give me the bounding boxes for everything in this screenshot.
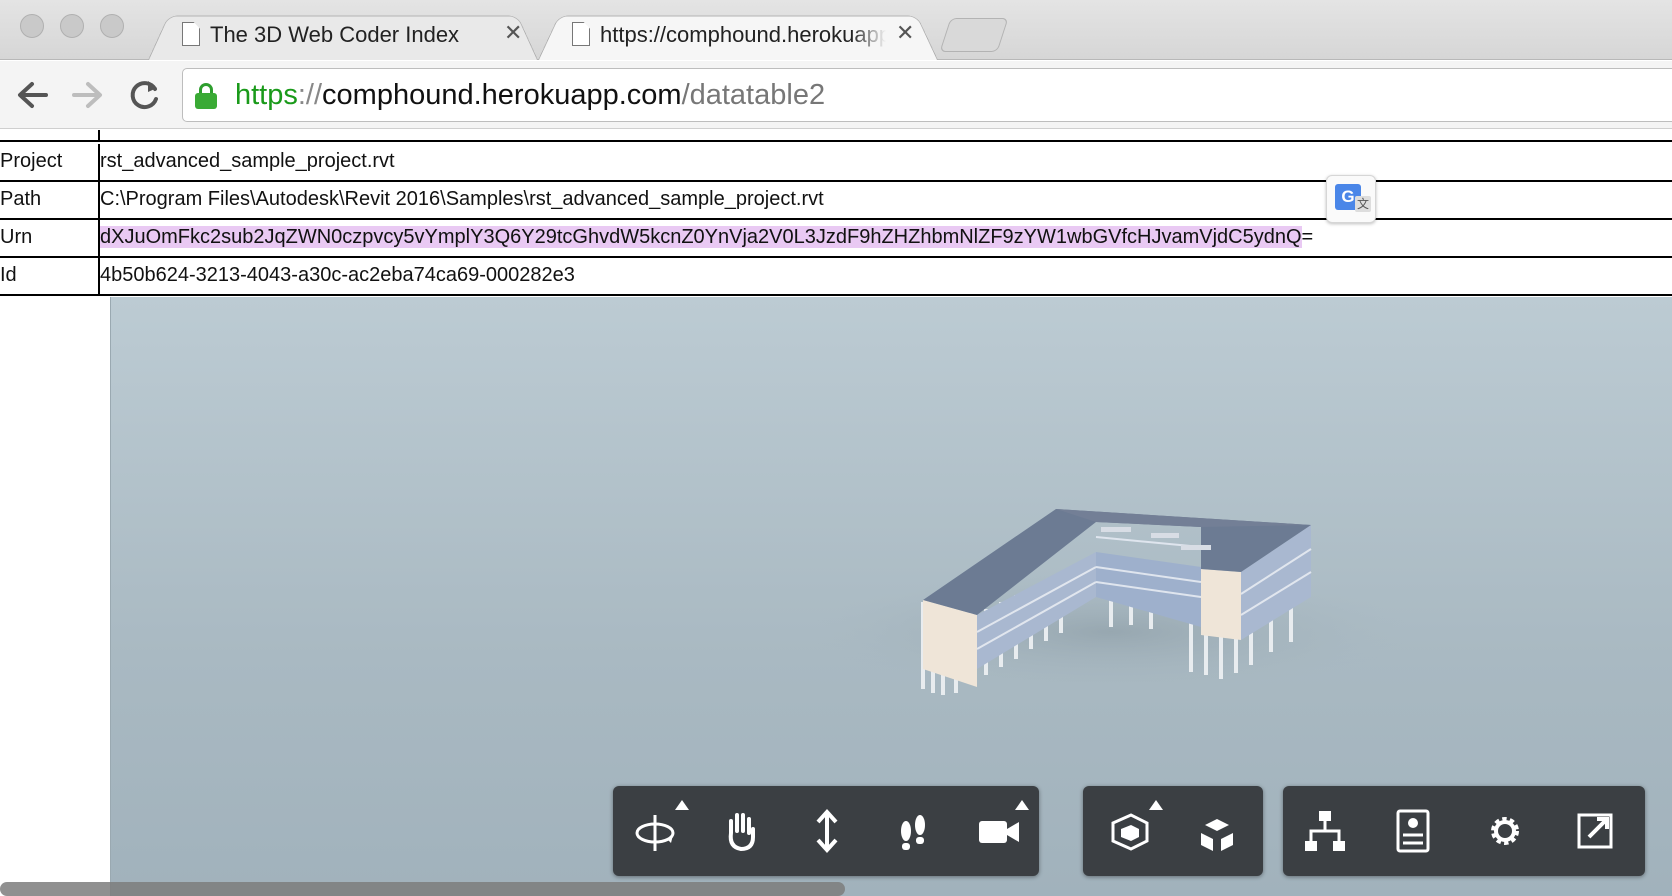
lock-icon <box>195 83 217 109</box>
model-explode-icon[interactable] <box>1189 803 1245 859</box>
section-icon[interactable] <box>1101 803 1157 859</box>
row-value: dXJuOmFkc2sub2JqZWN0czpvcy5vYmplY3Q6Y29t… <box>100 226 1313 249</box>
settings-icon[interactable] <box>1477 803 1533 859</box>
model-browser-icon[interactable] <box>1297 803 1353 859</box>
url-host: comphound.herokuapp.com <box>322 79 682 111</box>
row-value: rst_advanced_sample_project.rvt <box>100 150 395 172</box>
forward-arrow-icon[interactable] <box>68 75 108 115</box>
orbit-menu-caret[interactable] <box>675 800 689 810</box>
reload-icon[interactable] <box>124 75 164 115</box>
table-row-clipped <box>0 130 1672 142</box>
table-row: Urn dXJuOmFkc2sub2JqZWN0czpvcy5vYmplY3Q6… <box>0 220 1672 258</box>
model-toolbar <box>1083 786 1263 876</box>
google-translate-icon[interactable]: G文 <box>1326 175 1376 223</box>
camera-icon[interactable] <box>971 803 1027 859</box>
window-minimize-button[interactable] <box>60 14 84 38</box>
browser-tab-strip: The 3D Web Coder Index ✕ https://comphou… <box>0 0 1672 60</box>
pan-icon[interactable] <box>713 803 769 859</box>
back-arrow-icon[interactable] <box>12 75 52 115</box>
window-zoom-button[interactable] <box>100 14 124 38</box>
tab-3d-web-coder-index[interactable]: The 3D Web Coder Index ✕ <box>148 10 538 60</box>
selected-text: dXJuOmFkc2sub2JqZWN0czpvcy5vYmplY3Q6Y29t… <box>100 226 1302 248</box>
tab-datatable2[interactable]: https://comphound.herokuapp.com/datatabl… <box>538 10 938 60</box>
navigation-toolbar <box>613 786 1039 876</box>
table-row: Project rst_advanced_sample_project.rvt <box>0 144 1672 182</box>
url-path: /datatable2 <box>681 79 826 111</box>
row-key: Urn <box>0 226 33 248</box>
horizontal-scrollbar[interactable] <box>0 882 845 896</box>
orbit-icon[interactable] <box>627 803 683 859</box>
new-tab-button[interactable] <box>939 18 1009 52</box>
walk-icon[interactable] <box>885 803 941 859</box>
tab-title: https://comphound.herokuapp.com/datatabl… <box>600 22 886 47</box>
table-row: Id 4b50b624-3213-4043-a30c-ac2eba74ca69-… <box>0 258 1672 296</box>
row-value: 4b50b624-3213-4043-a30c-ac2eba74ca69-000… <box>100 264 575 286</box>
tab-title: The 3D Web Coder Index <box>210 22 460 47</box>
row-key: Path <box>0 188 42 210</box>
row-key: Id <box>0 264 17 286</box>
row-key: Project <box>0 150 63 172</box>
zoom-icon[interactable] <box>799 803 855 859</box>
table-row: Path C:\Program Files\Autodesk\Revit 201… <box>0 182 1672 220</box>
properties-icon[interactable] <box>1385 803 1441 859</box>
3d-viewer[interactable] <box>110 297 1672 896</box>
browser-toolbar: https://comphound.herokuapp.com/datatabl… <box>0 61 1672 129</box>
address-bar[interactable]: https://comphound.herokuapp.com/datatabl… <box>182 68 1672 122</box>
section-menu-caret[interactable] <box>1149 800 1163 810</box>
fullscreen-icon[interactable] <box>1567 803 1623 859</box>
row-value: C:\Program Files\Autodesk\Revit 2016\Sam… <box>100 188 824 210</box>
url-scheme: https <box>235 79 298 111</box>
tab-close-icon[interactable]: ✕ <box>504 20 522 46</box>
camera-menu-caret[interactable] <box>1015 800 1029 810</box>
settings-toolbar <box>1283 786 1645 876</box>
url-text[interactable]: https://comphound.herokuapp.com/datatabl… <box>235 79 825 112</box>
window-close-button[interactable] <box>20 14 44 38</box>
url-separator: :// <box>297 79 323 111</box>
tab-close-icon[interactable]: ✕ <box>896 20 914 46</box>
row-value-rest: = <box>1301 226 1314 248</box>
